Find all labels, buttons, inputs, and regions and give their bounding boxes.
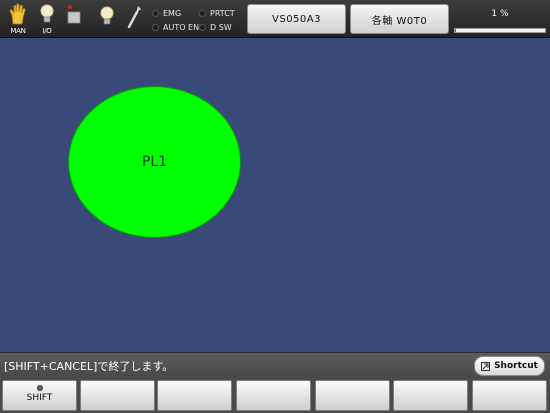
status-dot-icon [199, 10, 206, 17]
hand-icon [9, 3, 26, 25]
axis-mode-button[interactable]: 各軸 W0T0 [350, 4, 449, 34]
fkey-5[interactable] [315, 380, 390, 411]
shift-led-icon [36, 385, 43, 391]
indicator-label: EMG [163, 9, 182, 18]
fkey-3[interactable] [157, 380, 232, 411]
indicator-label: AUTO EN [163, 23, 200, 32]
top-toolbar: MAN I/O EMG AUTO EN PRTCT D SW VS050A3 各… [0, 0, 550, 38]
speed-indicator[interactable]: 1 % [453, 4, 547, 34]
indicator-label: PRTCT [210, 9, 235, 18]
fkey-1-shift[interactable]: SHIFT [2, 380, 77, 411]
function-key-bar: SHIFT [0, 378, 550, 413]
fkey-2[interactable] [80, 380, 155, 411]
indicator-emg: EMG [152, 8, 181, 19]
speed-bar [454, 28, 546, 33]
speed-text: 1 % [491, 9, 509, 19]
fkey-label: SHIFT [26, 393, 53, 403]
mode-label: MAN [10, 27, 26, 35]
status-dot-icon [152, 24, 159, 31]
indicator-prtct: PRTCT [199, 8, 235, 19]
speed-bar-fill [455, 29, 456, 32]
io-label: I/O [42, 27, 52, 35]
bulb-io-icon [40, 4, 54, 23]
shortcut-button[interactable]: Shortcut [474, 356, 545, 376]
bulb-icon [100, 6, 114, 25]
pilot-lamp-pl1[interactable]: PL1 [68, 86, 241, 238]
wrench-icon [127, 6, 141, 29]
status-message: [SHIFT+CANCEL]で終了します。 [4, 360, 174, 373]
indicator-auto-en: AUTO EN [152, 22, 199, 33]
fkey-6[interactable] [393, 380, 468, 411]
status-dot-icon [199, 24, 206, 31]
stop-button[interactable] [64, 2, 86, 36]
tool-button[interactable] [124, 2, 146, 36]
fkey-4[interactable] [236, 380, 311, 411]
status-dot-icon [152, 10, 159, 17]
lamp-button[interactable] [96, 2, 118, 36]
shortcut-icon [481, 361, 491, 371]
manual-mode-button[interactable]: MAN [7, 2, 29, 36]
indicator-label: D SW [210, 23, 232, 32]
status-bar: [SHIFT+CANCEL]で終了します。 Shortcut [0, 352, 550, 378]
fkey-7[interactable] [472, 380, 547, 411]
stop-icon [67, 5, 81, 24]
indicator-dsw: D SW [199, 22, 232, 33]
lamp-label: PL1 [141, 154, 168, 170]
shortcut-label: Shortcut [494, 361, 538, 371]
io-button[interactable]: I/O [36, 2, 58, 36]
robot-model-button[interactable]: VS050A3 [247, 4, 346, 34]
